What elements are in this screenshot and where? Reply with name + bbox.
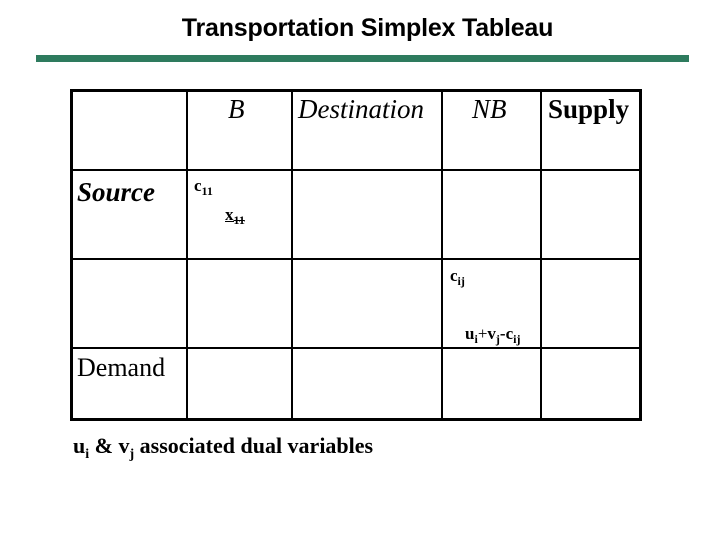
- allocation-symbol: x: [225, 205, 234, 224]
- grid-line-row-1: [70, 169, 642, 171]
- header-supply-label: Supply: [548, 94, 630, 124]
- cost-subscript: 11: [201, 184, 213, 198]
- cost-symbol: c: [194, 176, 202, 195]
- caption-u-symbol: u: [73, 433, 86, 458]
- cost-subscript: ij: [457, 274, 465, 288]
- basic-cell-cost: c11: [194, 176, 213, 199]
- caption-text: associated dual variables: [134, 433, 374, 458]
- grid-line-col-2: [291, 89, 293, 421]
- grid-line-col-3: [441, 89, 443, 421]
- caption-v-symbol: v: [118, 433, 130, 458]
- grid-line-right: [639, 89, 642, 421]
- plus-sign: +: [477, 324, 488, 343]
- row-source-label: Source: [77, 177, 156, 207]
- grid-line-top: [70, 89, 642, 92]
- caption-ampersand: &: [89, 433, 119, 458]
- nonbasic-cell-cost: cij: [450, 266, 465, 289]
- header-nonbasic-label: NB: [472, 94, 507, 124]
- allocation-subscript: 11: [233, 213, 245, 227]
- dual-variables-caption: ui & vj associated dual variables: [73, 433, 373, 463]
- c-symbol: c: [505, 324, 514, 343]
- grid-line-col-4: [540, 89, 542, 421]
- v-symbol: v: [487, 324, 496, 343]
- header-destination-label: Destination: [298, 94, 424, 124]
- grid-line-col-1: [186, 89, 188, 421]
- grid-line-bottom: [70, 418, 642, 421]
- basic-cell-allocation: x11: [225, 205, 245, 228]
- header-basic-label: B: [228, 94, 245, 124]
- c-subscript: ij: [513, 332, 521, 346]
- row-demand-label: Demand: [77, 353, 166, 382]
- cost-symbol: c: [450, 266, 458, 285]
- grid-line-row-2: [70, 258, 642, 260]
- grid-line-left: [70, 89, 73, 421]
- nonbasic-cell-reduced-cost: ui+vj-cij: [465, 324, 520, 347]
- grid-line-row-3: [70, 347, 642, 349]
